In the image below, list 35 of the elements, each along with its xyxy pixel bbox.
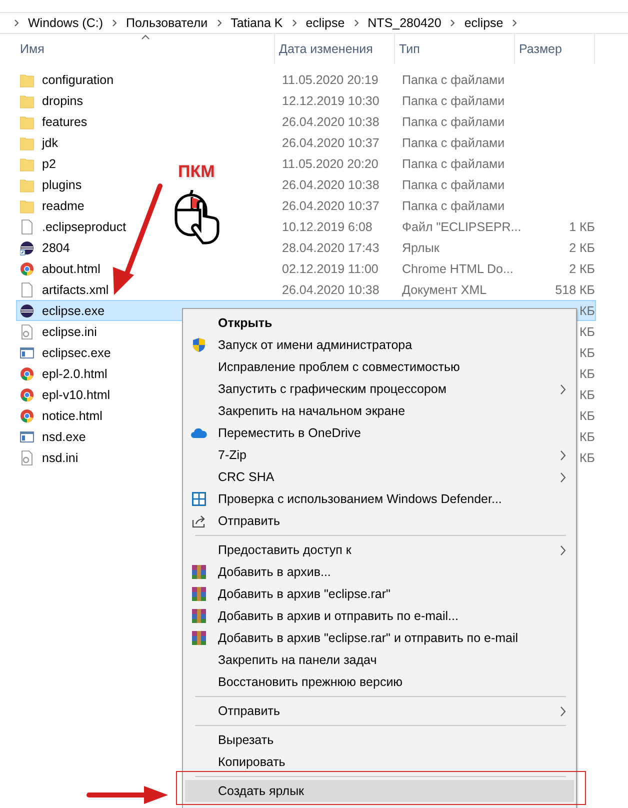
file-type: Папка с файлами: [401, 156, 505, 170]
file-type: Документ XML: [401, 282, 487, 296]
file-size: 2 КБ: [568, 240, 595, 254]
file-type: Chrome HTML Do...: [401, 262, 514, 276]
file-date: 12.12.2019 10:30: [281, 94, 380, 108]
file-type: Папка с файлами: [401, 94, 505, 108]
file-size: КБ: [578, 346, 595, 360]
file-type: Папка с файлами: [401, 114, 505, 128]
file-date: 26.04.2020 10:38: [281, 178, 380, 192]
file-size: КБ: [578, 430, 595, 444]
file-size: КБ: [578, 304, 595, 318]
file-size: КБ: [578, 408, 595, 422]
file-date: 26.04.2020 10:37: [281, 198, 380, 212]
file-type: Папка с файлами: [401, 72, 505, 86]
file-type: Ярлык: [401, 240, 440, 254]
file-date: 26.04.2020 10:38: [281, 114, 380, 128]
file-date: 28.04.2020 17:43: [281, 240, 380, 254]
file-size: 2 КБ: [568, 262, 595, 276]
file-size: КБ: [578, 324, 595, 338]
file-size: 1 КБ: [568, 220, 595, 234]
file-date: 11.05.2020 20:20: [281, 156, 378, 170]
file-size: 518 КБ: [554, 282, 595, 296]
file-date: 26.04.2020 10:37: [281, 136, 380, 150]
file-date: 11.05.2020 20:19: [281, 72, 378, 86]
file-type: Файл "ECLIPSEPR...: [401, 220, 522, 234]
file-date: 26.04.2020 10:38: [281, 282, 380, 296]
file-size: КБ: [578, 388, 595, 402]
file-date: 02.12.2019 11:00: [281, 262, 378, 276]
file-type: Папка с файлами: [401, 178, 505, 192]
file-size: КБ: [578, 366, 595, 380]
file-type: Папка с файлами: [401, 136, 505, 150]
annotation-label: ПКМ: [178, 162, 215, 182]
file-date: 10.12.2019 6:08: [281, 220, 372, 234]
file-type: Папка с файлами: [401, 198, 505, 212]
file-size: КБ: [578, 450, 595, 464]
